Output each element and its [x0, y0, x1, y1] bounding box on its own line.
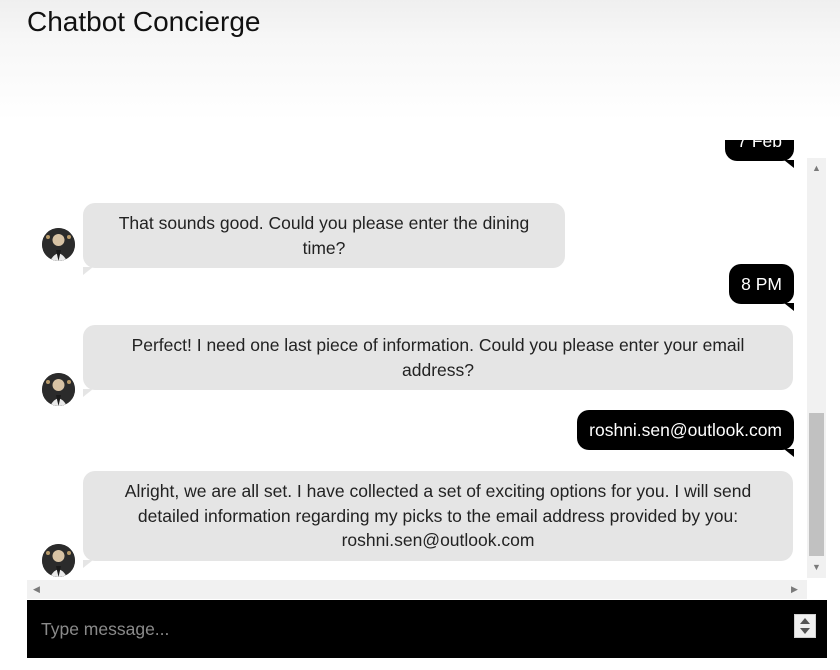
spinner-down-icon[interactable]: [800, 628, 810, 634]
vertical-scrollbar[interactable]: ▲ ▼: [807, 158, 826, 578]
header: Chatbot Concierge: [0, 0, 840, 140]
message-composer: [27, 600, 827, 658]
bot-message: That sounds good. Could you please enter…: [83, 203, 565, 275]
scroll-right-arrow-icon[interactable]: ▶: [791, 584, 798, 594]
page-title: Chatbot Concierge: [27, 6, 261, 37]
scroll-down-arrow-icon[interactable]: ▼: [812, 562, 821, 572]
user-message: 7 Feb: [725, 140, 794, 168]
bot-avatar-icon: [42, 373, 75, 406]
user-message: 8 PM: [729, 264, 794, 311]
bot-avatar-icon: [42, 228, 75, 261]
bot-avatar-icon: [42, 544, 75, 577]
horizontal-scrollbar[interactable]: ◀ ▶: [27, 580, 807, 599]
bot-message: Alright, we are all set. I have collecte…: [83, 471, 793, 567]
spinner-up-icon[interactable]: [800, 618, 810, 624]
user-message: roshni.sen@outlook.com: [577, 410, 794, 457]
number-spinner-icon[interactable]: [794, 614, 816, 638]
chat-log[interactable]: 7 Feb That sounds good. Could you please…: [27, 140, 827, 580]
scroll-up-arrow-icon[interactable]: ▲: [812, 163, 821, 173]
bot-message: Perfect! I need one last piece of inform…: [83, 325, 793, 397]
scrollbar-thumb[interactable]: [809, 413, 824, 556]
scroll-left-arrow-icon[interactable]: ◀: [33, 584, 40, 594]
message-input[interactable]: [41, 614, 781, 644]
